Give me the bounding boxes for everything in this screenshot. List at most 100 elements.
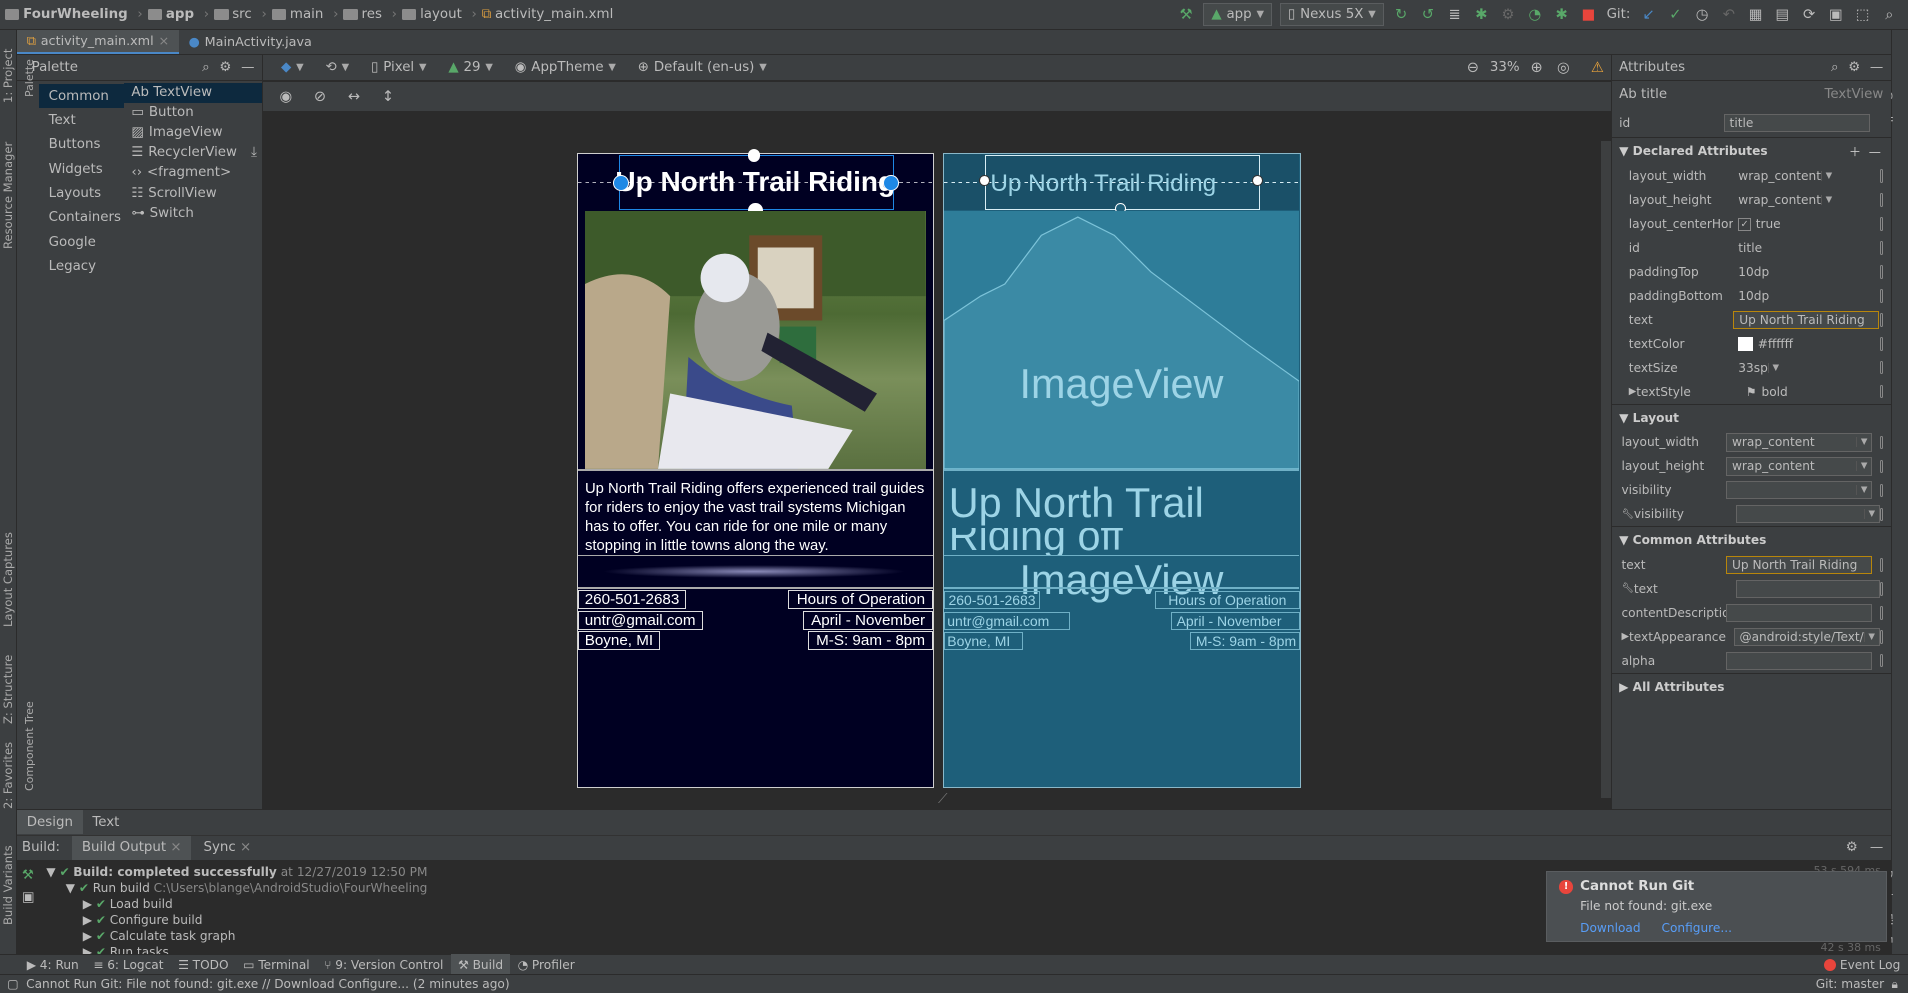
- chevron-down-icon[interactable]: ▼: [1767, 362, 1783, 373]
- attribute-value[interactable]: Up North Trail Riding: [1733, 310, 1880, 329]
- hammer-icon[interactable]: ⚒: [22, 865, 46, 887]
- binding-icon[interactable]: [1879, 361, 1884, 375]
- attribute-row[interactable]: alpha: [1612, 649, 1891, 673]
- design-canvas[interactable]: [262, 110, 1611, 810]
- version-control-tool-button[interactable]: ⑂ 9: Version Control: [317, 954, 451, 975]
- tab-build-output[interactable]: Build Output ×: [72, 835, 192, 860]
- logcat-tool-button[interactable]: ≡ 6: Logcat: [86, 954, 171, 975]
- attribute-row[interactable]: ▶ textStyle ⚑ bold: [1612, 380, 1891, 404]
- palette-category-widgets[interactable]: Widgets: [39, 157, 124, 181]
- binding-icon[interactable]: [1879, 582, 1884, 596]
- structure-tool-tab[interactable]: Z: Structure: [1, 655, 15, 724]
- close-icon[interactable]: ×: [159, 34, 170, 49]
- binding-icon[interactable]: [1879, 483, 1884, 498]
- palette-category-buttons[interactable]: Buttons: [39, 133, 124, 157]
- attribute-value[interactable]: wrap_content ▼: [1733, 191, 1879, 209]
- hammer-icon[interactable]: ⚒: [1178, 6, 1195, 23]
- attribute-value[interactable]: ▼: [1736, 505, 1880, 524]
- palette-item-switch[interactable]: ⊶ Switch: [124, 203, 262, 223]
- device-preview-select[interactable]: ▯ Pixel ▼: [364, 56, 434, 79]
- palette-category-google[interactable]: Google: [39, 230, 124, 254]
- days-blueprint[interactable]: M-S: 9am - 8pm: [1190, 632, 1300, 651]
- palette-item-imageview[interactable]: ▨ ImageView: [124, 123, 262, 143]
- palette-category-layouts[interactable]: Layouts: [39, 181, 124, 205]
- binding-icon[interactable]: [1879, 289, 1884, 303]
- attribute-row[interactable]: layout_width wrap_content ▼: [1612, 430, 1891, 454]
- layout-icon[interactable]: ▣: [22, 887, 46, 909]
- left-anchor-handle[interactable]: [979, 174, 991, 186]
- binding-icon[interactable]: [1879, 217, 1884, 231]
- chevron-down-icon[interactable]: ▼: [1856, 461, 1871, 472]
- apply-changes-icon[interactable]: ↻: [1393, 6, 1410, 23]
- run-config-select[interactable]: ▲ app ▼: [1203, 3, 1273, 27]
- binding-icon[interactable]: [1879, 459, 1884, 474]
- palette-item-recyclerview[interactable]: ☰ RecyclerView ⤓: [124, 143, 262, 163]
- attribute-value[interactable]: wrap_content ▼: [1726, 457, 1873, 476]
- attribute-row[interactable]: id title: [1612, 236, 1891, 260]
- page-title[interactable]: Up North Trail Riding: [578, 166, 933, 198]
- breadcrumb-file[interactable]: ⧉ activity_main.xml: [482, 7, 614, 22]
- checkbox-icon[interactable]: ✓: [1738, 217, 1751, 231]
- tab-design[interactable]: Design: [17, 810, 83, 835]
- attribute-value[interactable]: ⚑ bold: [1741, 383, 1880, 401]
- attribute-value[interactable]: wrap_content ▼: [1733, 167, 1879, 185]
- search-icon[interactable]: ⌕: [1881, 6, 1898, 23]
- phone-text[interactable]: 260-501-2683: [577, 589, 687, 609]
- resource-manager-tool-tab[interactable]: Resource Manager: [1, 142, 15, 249]
- stop-icon[interactable]: ■: [1580, 6, 1597, 23]
- git-branch[interactable]: Git: master: [1816, 977, 1884, 991]
- binding-icon[interactable]: [1879, 241, 1884, 255]
- binding-icon[interactable]: [1879, 558, 1884, 572]
- binding-icon[interactable]: [1879, 606, 1884, 620]
- palette-item-textview[interactable]: Ab TextView: [124, 82, 262, 103]
- binding-icon[interactable]: [1879, 654, 1884, 668]
- run-tool-button[interactable]: ▶ 4: Run: [19, 954, 86, 975]
- download-icon[interactable]: ⤓: [251, 145, 257, 160]
- attribute-value[interactable]: Up North Trail Riding: [1726, 555, 1873, 575]
- attribute-value[interactable]: 33sp ▼: [1733, 359, 1879, 377]
- email-blueprint[interactable]: untr@gmail.com: [943, 611, 1070, 630]
- months-text[interactable]: April - November: [802, 610, 934, 630]
- profile-icon[interactable]: ◔: [1526, 6, 1543, 23]
- revert-icon[interactable]: ↶: [1720, 6, 1737, 23]
- event-log-button[interactable]: Event Log: [1817, 954, 1908, 975]
- title-blueprint[interactable]: Up North Trail Riding: [944, 170, 1263, 198]
- build-tool-button[interactable]: ⚒ Build: [450, 954, 511, 975]
- description-text[interactable]: Up North Trail Riding offers experienced…: [585, 480, 928, 555]
- hours-label[interactable]: Hours of Operation: [788, 589, 934, 609]
- gear-icon[interactable]: ⚙: [1848, 60, 1860, 75]
- sdk-manager-icon[interactable]: ▤: [1774, 6, 1791, 23]
- left-anchor-handle[interactable]: [612, 174, 629, 191]
- attach-icon[interactable]: ⚙: [1500, 6, 1517, 23]
- profiler-tool-button[interactable]: ◔ Profiler: [510, 954, 582, 975]
- search-icon[interactable]: ⌕: [202, 60, 210, 75]
- attribute-row[interactable]: visibility ▼: [1612, 478, 1891, 502]
- palette-category-legacy[interactable]: Legacy: [39, 254, 124, 278]
- binding-icon[interactable]: [1879, 193, 1884, 207]
- binding-icon[interactable]: [1879, 265, 1884, 279]
- zoom-fit-icon[interactable]: ◎: [1555, 59, 1572, 76]
- breadcrumb-res[interactable]: res: [343, 7, 382, 22]
- git-update-icon[interactable]: ↙: [1640, 6, 1657, 23]
- attribute-row[interactable]: layout_centerHoriz ✓ true: [1612, 212, 1891, 236]
- layout-captures-tool-tab[interactable]: Layout Captures: [1, 532, 15, 627]
- blueprint-preview[interactable]: Up North Trail Riding ImageView Up North…: [942, 153, 1301, 789]
- project-structure-icon[interactable]: ▦: [1747, 6, 1764, 23]
- breadcrumb-src[interactable]: src: [213, 7, 252, 22]
- color-swatch[interactable]: [1738, 336, 1753, 352]
- avd-manager-icon[interactable]: ▣: [1827, 6, 1844, 23]
- months-blueprint[interactable]: April - November: [1170, 611, 1300, 630]
- binding-icon[interactable]: [1879, 507, 1884, 521]
- chevron-down-icon[interactable]: ▼: [1863, 509, 1879, 520]
- attribute-row[interactable]: ▶ textAppearance @android:style/Text/▼: [1612, 625, 1891, 649]
- download-link[interactable]: Download: [1580, 921, 1640, 935]
- add-icon[interactable]: ＋ —: [1849, 142, 1881, 160]
- attribute-row[interactable]: paddingTop 10dp: [1612, 260, 1891, 284]
- todo-tool-button[interactable]: ☰ TODO: [171, 954, 236, 975]
- layout-header[interactable]: ▼ Layout: [1611, 403, 1891, 431]
- attribute-row[interactable]: text Up North Trail Riding: [1612, 308, 1891, 332]
- vertical-arrows-icon[interactable]: ↕: [380, 88, 397, 105]
- run-list-icon[interactable]: ≣: [1446, 6, 1463, 23]
- attribute-row[interactable]: paddingBottom 10dp: [1612, 284, 1891, 308]
- sync-gradle-icon[interactable]: ⟳: [1801, 6, 1818, 23]
